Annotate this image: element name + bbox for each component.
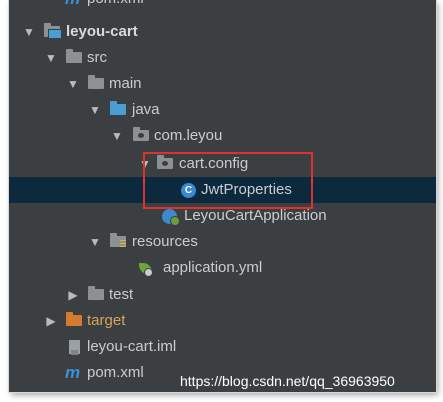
tree-item-main[interactable]: ▼ main [9, 71, 436, 97]
tree-item-label: resources [132, 233, 198, 250]
tree-item-leyou-cart[interactable]: ▼ leyou-cart [9, 19, 436, 45]
tree-item-application-yml[interactable]: application.yml [9, 255, 436, 281]
project-tree-panel: m pom.xml ▼ leyou-cart ▼ src ▼ main ▼ ja… [9, 0, 436, 392]
source-folder-icon [110, 101, 126, 115]
maven-icon: m [65, 0, 80, 12]
maven-icon: m [65, 363, 81, 382]
chevron-down-icon[interactable]: ▼ [89, 97, 101, 123]
tree-item-label: com.leyou [154, 127, 223, 144]
tree-item-label: main [109, 75, 142, 92]
chevron-right-icon[interactable]: ▶ [45, 308, 57, 334]
tree-item-java[interactable]: ▼ java [9, 97, 436, 123]
chevron-down-icon[interactable]: ▼ [67, 71, 79, 97]
tree-item-label: src [87, 49, 107, 66]
chevron-down-icon[interactable]: ▼ [89, 229, 101, 255]
tree-item-label: leyou-cart.iml [87, 338, 177, 355]
tree-item-label: pom.xml [87, 0, 144, 12]
tree-item-src[interactable]: ▼ src [9, 45, 436, 71]
tree-item-label: pom.xml [87, 364, 144, 381]
tree-item-label: test [109, 286, 134, 303]
tree-item-label: leyou-cart [66, 23, 138, 40]
chevron-down-icon[interactable]: ▼ [45, 45, 57, 71]
tree-item-com-leyou[interactable]: ▼ com.leyou [9, 123, 436, 149]
tree-item-leyou-cart-iml[interactable]: leyou-cart.iml [9, 334, 436, 360]
chevron-down-icon[interactable]: ▼ [111, 123, 123, 149]
tree-item-label: java [132, 101, 160, 118]
resources-folder-icon [110, 233, 126, 247]
module-folder-icon [44, 23, 62, 39]
chevron-right-icon[interactable]: ▶ [67, 282, 79, 308]
spring-boot-app-icon [162, 209, 180, 226]
tree-item-partial-pom[interactable]: m pom.xml [9, 0, 436, 12]
folder-icon [66, 49, 82, 63]
folder-icon [88, 75, 104, 89]
folder-icon [88, 286, 104, 300]
spring-yml-icon [139, 263, 153, 277]
package-icon [133, 127, 149, 141]
tree-item-resources[interactable]: ▼ resources [9, 229, 436, 255]
watermark-text: https://blog.csdn.net/qq_36963950 [180, 373, 395, 389]
iml-file-icon [69, 340, 80, 355]
excluded-folder-icon [66, 312, 82, 326]
tree-item-label: application.yml [163, 259, 263, 276]
red-highlight-box [143, 152, 313, 209]
tree-item-test[interactable]: ▶ test [9, 282, 436, 308]
tree-item-target[interactable]: ▶ target [9, 308, 436, 334]
chevron-down-icon[interactable]: ▼ [23, 19, 35, 45]
tree-item-label: target [87, 312, 126, 329]
